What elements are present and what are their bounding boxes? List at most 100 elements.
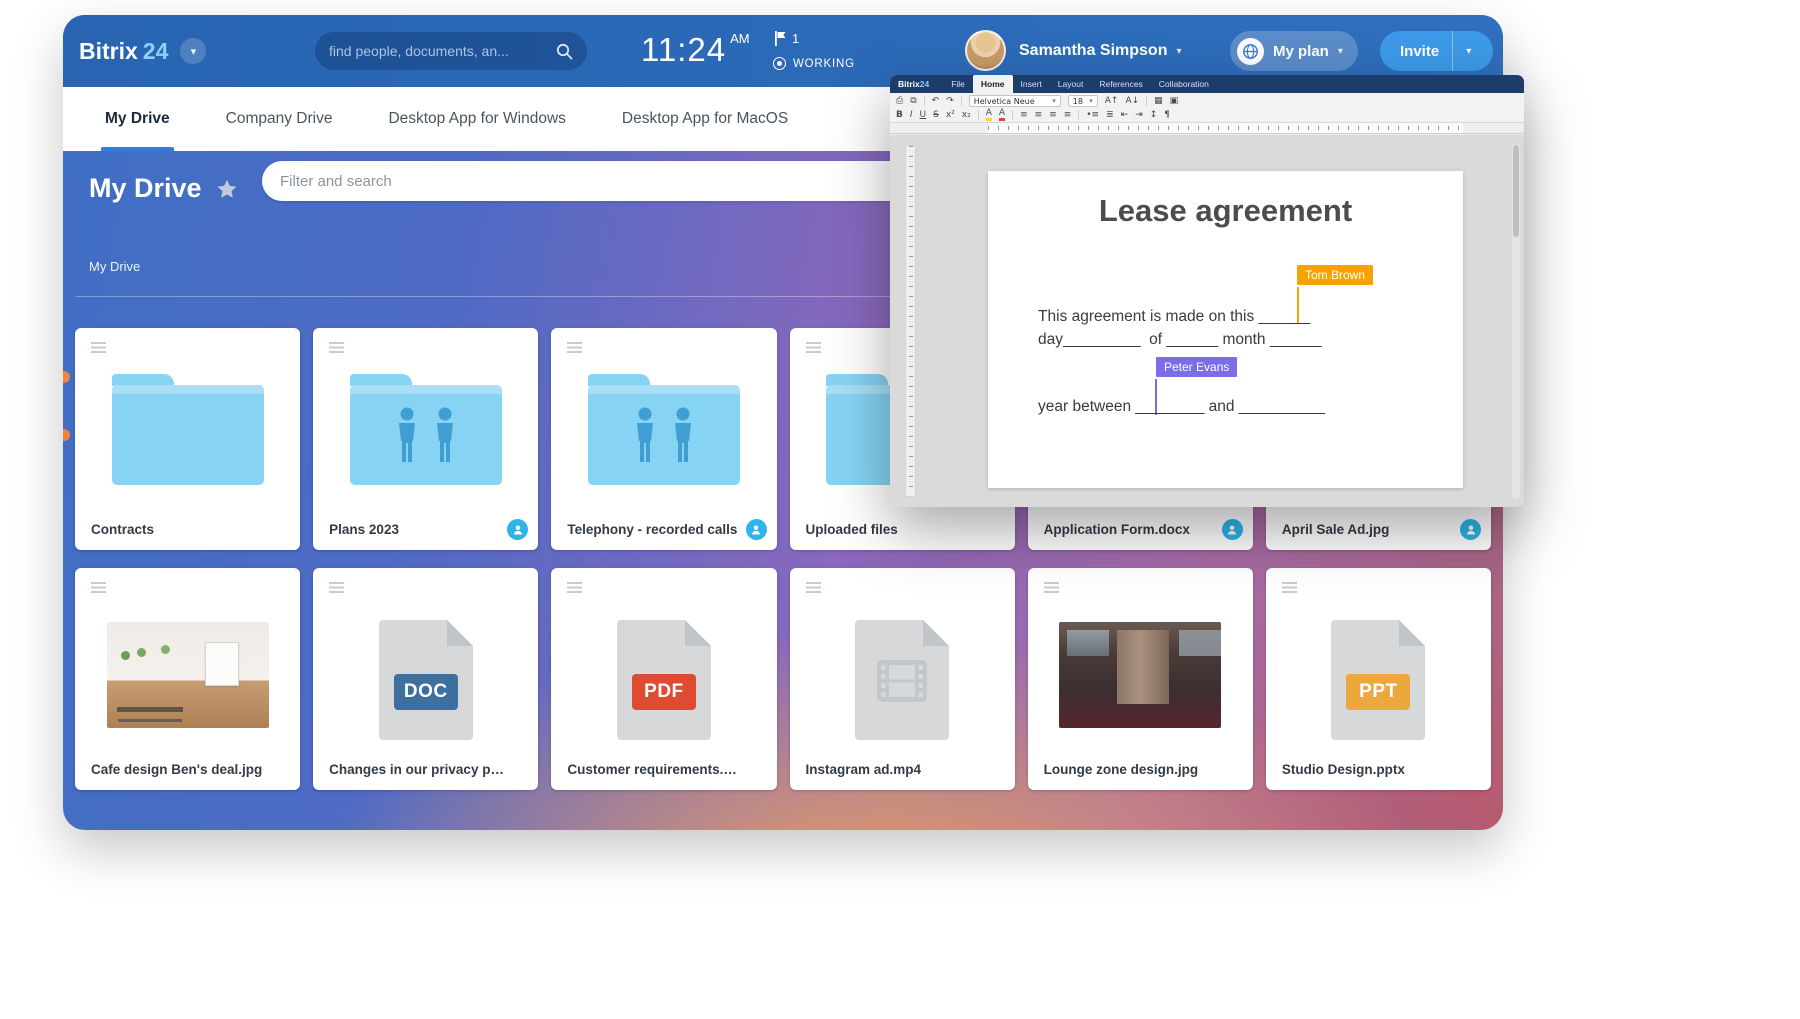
align-justify-icon[interactable] xyxy=(1064,111,1072,120)
file-name[interactable]: Studio Design.pptx xyxy=(1282,762,1457,777)
user-avatar[interactable] xyxy=(965,30,1006,71)
global-search-input[interactable] xyxy=(329,43,556,59)
invite-button[interactable]: Invite ▾ xyxy=(1380,31,1493,71)
file-card-cafe-design[interactable]: Cafe design Ben's deal.jpg xyxy=(75,568,300,790)
shared-folder-icon xyxy=(588,385,740,485)
align-left-icon[interactable] xyxy=(1020,111,1028,120)
file-name[interactable]: Customer requirements.pdf xyxy=(567,762,742,777)
font-color-icon[interactable] xyxy=(999,109,1005,121)
file-name[interactable]: Changes in our privacy poli... xyxy=(329,762,504,777)
decrease-indent-icon[interactable] xyxy=(1121,111,1129,120)
tab-desktop-app-macos[interactable]: Desktop App for MacOS xyxy=(622,87,788,151)
tab-company-drive[interactable]: Company Drive xyxy=(226,87,333,151)
font-family-select[interactable]: Helvetica Neue▾ xyxy=(969,95,1061,107)
flag-counter[interactable]: 1 xyxy=(775,31,799,46)
shared-users-badge[interactable] xyxy=(507,519,528,540)
file-card-plans-2023[interactable]: Plans 2023 xyxy=(313,328,538,550)
undo-icon[interactable] xyxy=(932,97,940,106)
file-card-instagram-ad[interactable]: Instagram ad.mp4 xyxy=(790,568,1015,790)
bullet-list-icon[interactable] xyxy=(1086,111,1099,120)
file-name[interactable]: Lounge zone design.jpg xyxy=(1044,762,1219,777)
file-name[interactable]: Contracts xyxy=(91,522,266,537)
document-text-line: year between ________ and __________ xyxy=(1038,398,1325,416)
shared-users-badge[interactable] xyxy=(746,519,767,540)
editor-menu-file[interactable]: File xyxy=(943,75,973,93)
tab-my-drive[interactable]: My Drive xyxy=(105,87,170,151)
file-card-lounge-zone[interactable]: Lounge zone design.jpg xyxy=(1028,568,1253,790)
card-menu-icon[interactable] xyxy=(806,582,821,593)
logo-chevron-down-icon[interactable]: ▾ xyxy=(180,38,206,64)
card-menu-icon[interactable] xyxy=(91,342,106,353)
file-name[interactable]: April Sale Ad.jpg xyxy=(1282,522,1457,537)
shared-users-badge[interactable] xyxy=(1222,519,1243,540)
align-right-icon[interactable] xyxy=(1049,111,1057,120)
numbered-list-icon[interactable] xyxy=(1106,111,1114,120)
people-icon xyxy=(588,385,740,485)
person-icon xyxy=(512,524,524,536)
file-card-customer-requirements[interactable]: PDF Customer requirements.pdf xyxy=(551,568,776,790)
work-status[interactable]: WORKING xyxy=(773,57,855,70)
decrease-font-icon[interactable] xyxy=(1125,97,1139,106)
card-menu-icon[interactable] xyxy=(329,582,344,593)
file-name[interactable]: Telephony - recorded calls xyxy=(567,522,742,537)
align-center-icon[interactable] xyxy=(1035,111,1043,120)
invite-chevron-down-icon[interactable]: ▾ xyxy=(1453,46,1484,57)
editor-menu-home[interactable]: Home xyxy=(973,75,1013,93)
collab-cursor-label-peter-evans: Peter Evans xyxy=(1156,357,1237,377)
user-chevron-down-icon: ▾ xyxy=(1176,46,1181,57)
person-icon xyxy=(1465,524,1477,536)
superscript-icon[interactable] xyxy=(946,111,955,120)
file-card-studio-design[interactable]: PPT Studio Design.pptx xyxy=(1266,568,1491,790)
highlight-color-icon[interactable] xyxy=(986,109,992,121)
card-menu-icon[interactable] xyxy=(1044,582,1059,593)
print-icon[interactable] xyxy=(896,97,903,106)
file-name[interactable]: Cafe design Ben's deal.jpg xyxy=(91,762,266,777)
editor-logo: Bitrix24 xyxy=(898,75,929,93)
editor-scrollbar[interactable] xyxy=(1512,143,1520,499)
favorite-star-icon[interactable] xyxy=(216,178,238,200)
file-name[interactable]: Application Form.docx xyxy=(1044,522,1219,537)
document-page[interactable]: Lease agreement Tom Brown This agreement… xyxy=(988,171,1463,488)
redo-icon[interactable] xyxy=(946,97,954,106)
tab-desktop-app-windows[interactable]: Desktop App for Windows xyxy=(388,87,565,151)
file-name[interactable]: Uploaded files xyxy=(806,522,981,537)
file-name[interactable]: Plans 2023 xyxy=(329,522,504,537)
card-menu-icon[interactable] xyxy=(806,342,821,353)
invite-label: Invite xyxy=(1380,43,1452,60)
file-card-telephony[interactable]: Telephony - recorded calls xyxy=(551,328,776,550)
increase-font-icon[interactable] xyxy=(1105,97,1119,106)
editor-menu-layout[interactable]: Layout xyxy=(1050,75,1092,93)
underline-button[interactable]: U xyxy=(920,111,927,120)
my-plan-label: My plan xyxy=(1273,43,1329,60)
bold-button[interactable]: B xyxy=(896,111,903,120)
file-name[interactable]: Instagram ad.mp4 xyxy=(806,762,981,777)
paragraph-mark-icon[interactable] xyxy=(1164,111,1170,120)
insert-image-icon[interactable] xyxy=(1170,97,1179,106)
card-menu-icon[interactable] xyxy=(329,342,344,353)
italic-button[interactable]: I xyxy=(910,111,913,120)
file-card-contracts[interactable]: Contracts xyxy=(75,328,300,550)
editor-menu-insert[interactable]: Insert xyxy=(1013,75,1050,93)
font-size-select[interactable]: 18▾ xyxy=(1068,95,1098,107)
shared-users-badge[interactable] xyxy=(1460,519,1481,540)
card-menu-icon[interactable] xyxy=(1282,582,1297,593)
my-plan-button[interactable]: My plan ▾ xyxy=(1230,31,1358,71)
card-menu-icon[interactable] xyxy=(567,342,582,353)
file-card-privacy-policy[interactable]: DOC Changes in our privacy poli... xyxy=(313,568,538,790)
editor-menu-references[interactable]: References xyxy=(1091,75,1150,93)
clock-time: 11:24 xyxy=(641,31,726,68)
document-title: Lease agreement xyxy=(988,193,1463,229)
line-spacing-icon[interactable] xyxy=(1150,111,1158,120)
insert-table-icon[interactable] xyxy=(1154,97,1163,106)
strikethrough-button[interactable]: S xyxy=(933,111,939,120)
editor-menu-collaboration[interactable]: Collaboration xyxy=(1151,75,1217,93)
subscript-icon[interactable] xyxy=(962,111,971,120)
copy-icon[interactable] xyxy=(910,97,916,106)
person-icon xyxy=(750,524,762,536)
ppt-type-badge: PPT xyxy=(1346,674,1410,710)
card-menu-icon[interactable] xyxy=(567,582,582,593)
globe-icon xyxy=(1237,38,1264,65)
increase-indent-icon[interactable] xyxy=(1135,111,1143,120)
card-menu-icon[interactable] xyxy=(91,582,106,593)
breadcrumb-my-drive[interactable]: My Drive xyxy=(89,259,140,274)
